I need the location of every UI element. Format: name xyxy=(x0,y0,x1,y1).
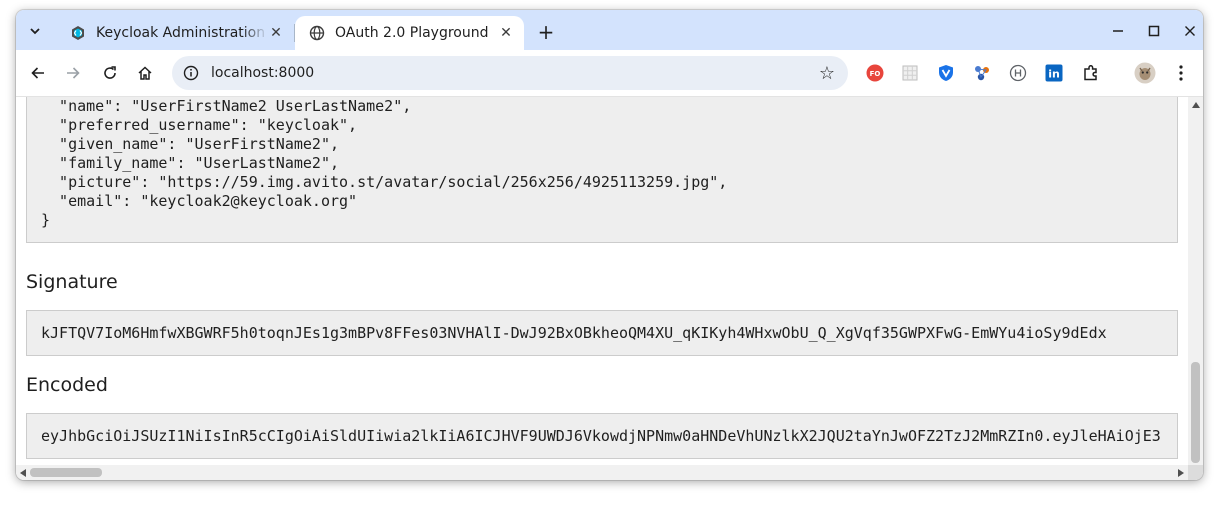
horizontal-scrollbar[interactable] xyxy=(16,465,1188,480)
tab-title: Keycloak Administration xyxy=(96,25,266,41)
page-content: "name": "UserFirstName2 UserLastName2", … xyxy=(16,97,1188,465)
svg-text:in: in xyxy=(1048,68,1060,81)
reload-button[interactable] xyxy=(97,60,123,86)
payload-line: "given_name": "UserFirstName2", xyxy=(41,135,340,153)
encoded-heading: Encoded xyxy=(26,374,108,396)
reload-icon xyxy=(104,66,116,79)
payload-lines: "name": "UserFirstName2 UserLastName2", … xyxy=(41,97,727,230)
profile-avatar[interactable] xyxy=(1133,61,1157,85)
network-extension-icon[interactable] xyxy=(972,63,992,83)
keycloak-icon xyxy=(72,26,84,40)
fo-extension-icon: FO xyxy=(866,64,884,82)
maximize-button[interactable] xyxy=(1142,20,1166,42)
tab-search-button[interactable] xyxy=(22,18,48,44)
payload-line: "preferred_username": "keycloak", xyxy=(41,116,358,134)
puzzle-extensions-icon[interactable] xyxy=(1081,63,1101,83)
grid-extension-icon[interactable] xyxy=(900,63,920,83)
scroll-left-arrow-icon[interactable] xyxy=(20,469,26,477)
toolbar: localhost:8000 ☆ FO in xyxy=(16,50,1203,97)
maximize-icon xyxy=(1148,25,1160,37)
forward-arrow-icon xyxy=(67,67,80,79)
scroll-right-arrow-icon[interactable] xyxy=(1178,469,1184,477)
payload-line: "email": "keycloak2@keycloak.org" xyxy=(41,192,358,210)
payload-line: "picture": "https://59.img.avito.st/avat… xyxy=(41,173,728,191)
tab-oauth-playground[interactable]: OAuth 2.0 Playground ✕ xyxy=(295,16,524,50)
scroll-up-arrow-icon[interactable] xyxy=(1192,102,1200,108)
token-payload-json: "name": "UserFirstName2 UserLastName2", … xyxy=(26,97,1178,243)
globe-icon xyxy=(309,25,325,41)
hierarchy-extension-icon[interactable] xyxy=(1008,63,1028,83)
close-tab-icon[interactable]: ✕ xyxy=(268,25,284,41)
tab-strip: Keycloak Administration ✕ OAuth 2.0 Play… xyxy=(16,10,1203,50)
payload-line: "name": "UserFirstName2 UserLastName2", xyxy=(41,97,412,115)
bookmark-star-icon[interactable]: ☆ xyxy=(814,60,840,86)
more-vert-icon xyxy=(1179,65,1183,81)
fo-extension-icon[interactable]: FO xyxy=(865,63,885,83)
back-button[interactable] xyxy=(25,60,51,86)
vertical-scrollbar[interactable] xyxy=(1188,97,1203,465)
tab-keycloak-administration[interactable]: Keycloak Administration ✕ xyxy=(56,16,294,50)
browser-window: Keycloak Administration ✕ OAuth 2.0 Play… xyxy=(16,10,1203,480)
linkedin-extension-icon[interactable]: in xyxy=(1044,63,1064,83)
linkedin-extension-icon: in xyxy=(1045,64,1063,82)
svg-text:FO: FO xyxy=(870,70,881,78)
close-icon xyxy=(1185,26,1195,36)
profile-avatar-icon xyxy=(1134,62,1156,84)
signature-value: kJFTQV7IoM6HmfwXBGWRF5h0toqnJEs1g3mBPv8F… xyxy=(26,310,1178,356)
vertical-scroll-thumb[interactable] xyxy=(1191,362,1200,463)
minimize-button[interactable] xyxy=(1106,20,1130,42)
back-arrow-icon xyxy=(31,67,44,79)
address-bar[interactable]: localhost:8000 ☆ xyxy=(172,56,848,90)
hierarchy-extension-icon xyxy=(1009,64,1027,82)
horizontal-scroll-thumb[interactable] xyxy=(30,468,102,477)
payload-line: } xyxy=(41,211,51,229)
scrollbar-corner xyxy=(1188,465,1203,480)
new-tab-button[interactable]: + xyxy=(534,20,558,44)
vpn-shield-extension-icon xyxy=(939,65,953,81)
site-info-icon[interactable] xyxy=(183,65,199,81)
forward-button[interactable] xyxy=(60,60,86,86)
grid-extension-icon xyxy=(902,65,918,81)
url-text[interactable]: localhost:8000 xyxy=(211,65,814,81)
chevron-down-icon xyxy=(30,28,40,35)
minimize-icon xyxy=(1113,30,1123,32)
home-button[interactable] xyxy=(132,60,158,86)
browser-menu-button[interactable] xyxy=(1171,63,1191,83)
encoded-token-value: eyJhbGciOiJSUzI1NiIsInR5cCIgOiAiSldUIiwi… xyxy=(26,413,1178,459)
puzzle-extensions-icon xyxy=(1084,64,1097,81)
home-icon xyxy=(138,66,152,80)
signature-heading: Signature xyxy=(26,271,118,293)
tab-title: OAuth 2.0 Playground xyxy=(335,25,489,41)
vpn-shield-extension-icon[interactable] xyxy=(936,63,956,83)
network-extension-icon xyxy=(975,66,989,81)
close-tab-icon[interactable]: ✕ xyxy=(498,25,514,41)
close-window-button[interactable] xyxy=(1178,20,1202,42)
payload-line: "family_name": "UserLastName2", xyxy=(41,154,340,172)
